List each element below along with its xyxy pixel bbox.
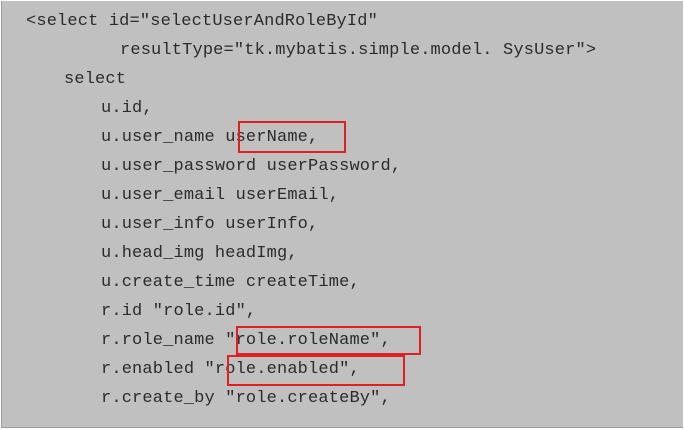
code-panel: <select id="selectUserAndRoleById" resul… [1, 1, 683, 428]
code-line: <select id="selectUserAndRoleById" [26, 12, 378, 31]
code-line: u.create_time createTime, [101, 273, 360, 292]
code-line: u.head_img headImg, [101, 244, 298, 263]
code-line: u.user_password userPassword, [101, 157, 402, 176]
code-line: r.create_by "role.createBy", [101, 389, 391, 408]
code-line: r.enabled "role.enabled", [101, 360, 360, 379]
code-line: u.user_name userName, [101, 128, 319, 147]
code-line: u.id, [101, 99, 153, 118]
code-line: u.user_email userEmail, [101, 186, 340, 205]
code-line: r.role_name "role.roleName", [101, 331, 391, 350]
code-line: resultType="tk.mybatis.simple.model. Sys… [120, 41, 597, 60]
code-line: select [64, 70, 127, 89]
code-line: r.id "role.id", [101, 302, 257, 321]
code-line: u.user_info userInfo, [101, 215, 319, 234]
